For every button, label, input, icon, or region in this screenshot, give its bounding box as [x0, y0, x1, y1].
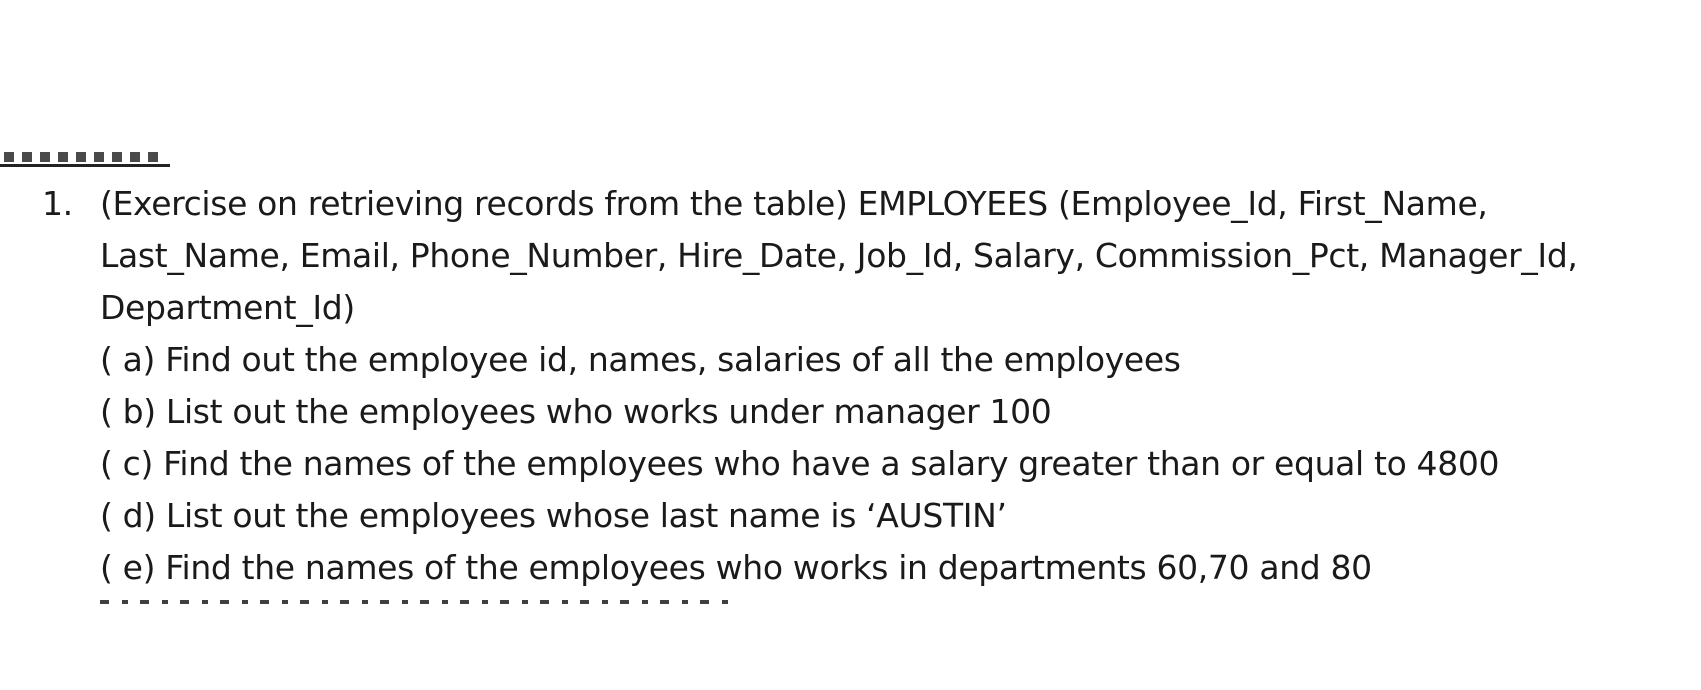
- cropped-heading: [0, 148, 170, 170]
- cropped-next-line-text: [100, 600, 740, 604]
- cropped-next-line: [100, 600, 740, 612]
- heading-underline: [0, 164, 170, 167]
- sub-question-a: ( a) Find out the employee id, names, sa…: [100, 340, 1181, 379]
- sub-question-list: ( a) Find out the employee id, names, sa…: [100, 334, 1662, 594]
- document-page: 1. (Exercise on retrieving records from …: [0, 0, 1701, 690]
- exercise-1: 1. (Exercise on retrieving records from …: [42, 178, 1662, 594]
- exercise-number: 1.: [42, 184, 73, 223]
- sub-question-b: ( b) List out the employees who works un…: [100, 392, 1052, 431]
- sub-question-c: ( c) Find the names of the employees who…: [100, 444, 1500, 483]
- sub-question-e: ( e) Find the names of the employees who…: [100, 548, 1372, 587]
- sub-question-d: ( d) List out the employees whose last n…: [100, 496, 1007, 535]
- cropped-heading-text: [4, 152, 164, 162]
- exercise-stem: (Exercise on retrieving records from the…: [100, 184, 1578, 327]
